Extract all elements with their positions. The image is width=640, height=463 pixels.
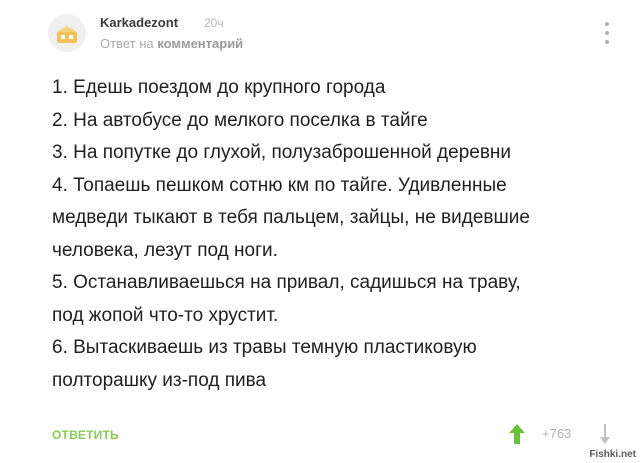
comment-line: полторашку из-под пива [52, 369, 267, 391]
comment-footer: ОТВЕТИТЬ +763 [0, 418, 640, 463]
watermark: Fishki.net [589, 449, 636, 460]
rating-count: +763 [542, 426, 572, 441]
comment-line: 2. На автобусе до мелкого поселка в тайг… [52, 109, 428, 131]
comment-time: 20ч [204, 16, 224, 30]
comment-line: медведи тыкают в тебя пальцем, зайцы, не… [52, 207, 530, 228]
reply-info: Ответ на комментарий [100, 36, 243, 51]
reply-target-link[interactable]: комментарий [157, 36, 243, 51]
reply-button[interactable]: ОТВЕТИТЬ [52, 428, 119, 442]
comment-line: человека, лезут под ноги. [52, 239, 278, 261]
comment-line: 1. Едешь поездом до крупного города [52, 77, 386, 98]
avatar[interactable] [48, 14, 86, 52]
arrow-up-icon[interactable] [508, 422, 526, 446]
comment-body: 1. Едешь поездом до крупного города 2. Н… [52, 72, 612, 397]
comment-line: 6. Вытаскиваешь из травы темную пластико… [52, 337, 477, 358]
reply-prefix: Ответ на [100, 36, 154, 51]
more-vertical-icon[interactable] [602, 22, 612, 48]
arrow-down-icon[interactable] [598, 422, 612, 446]
comment-line: под жопой что-то хрустит. [52, 304, 279, 326]
username[interactable]: Karkadezont [100, 15, 178, 30]
comment-line: 3. На попутке до глухой, полузаброшенной… [52, 142, 512, 163]
avatar-icon [48, 14, 86, 52]
comment-line: 4. Топаешь пешком сотню км по тайге. Уди… [52, 174, 507, 196]
comment-line: 5. Останавливаешься на привал, садишься … [52, 272, 521, 293]
